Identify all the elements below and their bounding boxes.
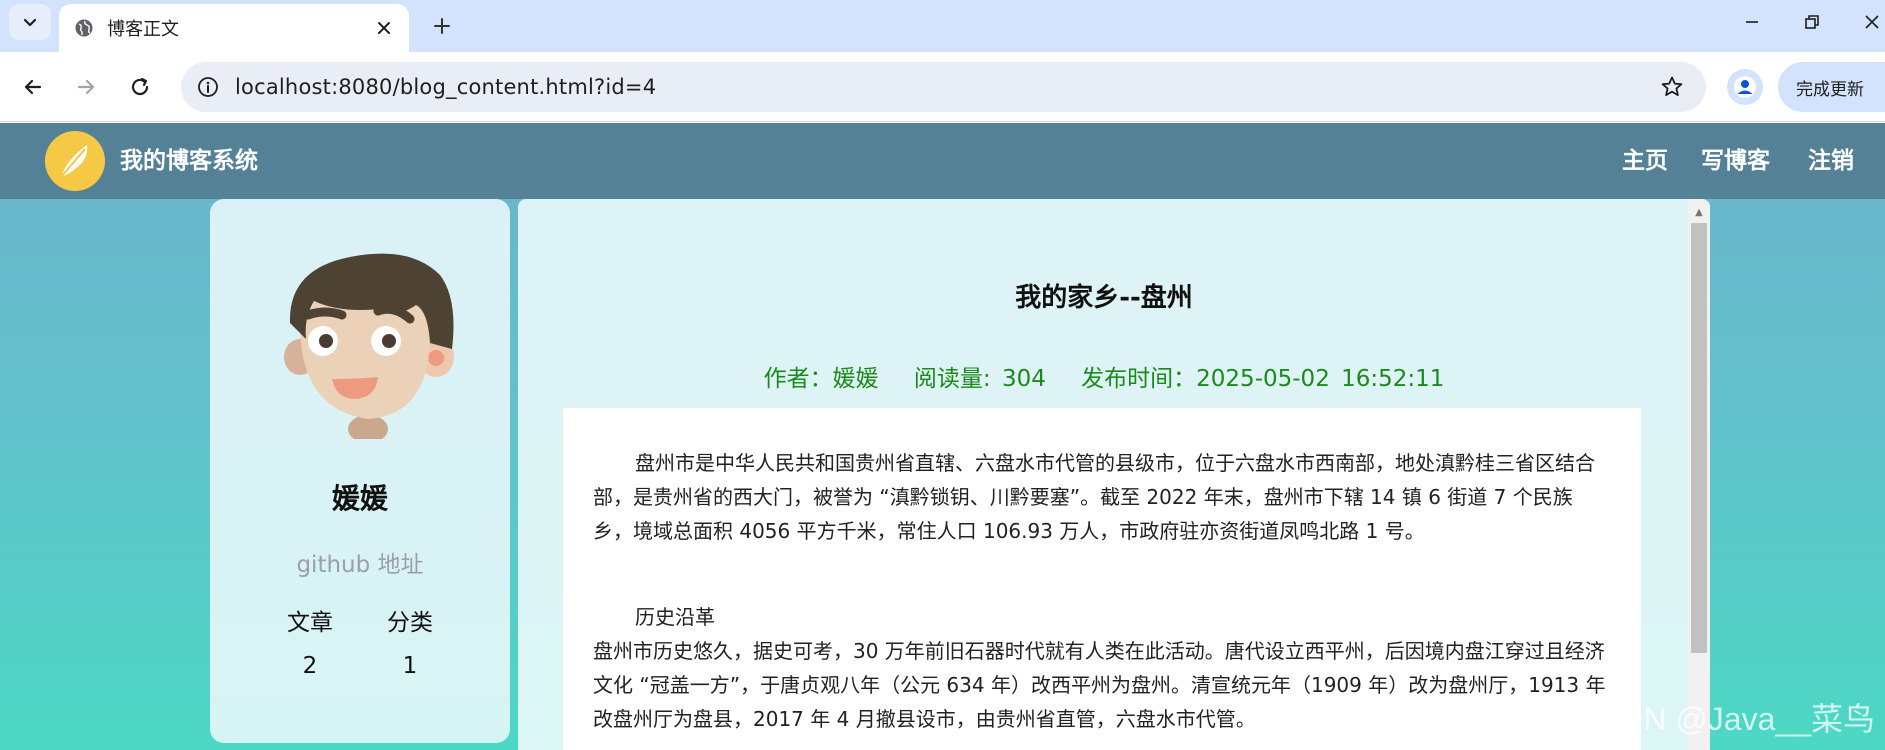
site-info-icon[interactable] [195,74,221,100]
reload-button[interactable] [122,69,158,105]
close-icon [1865,15,1879,29]
nav-home-link[interactable]: 主页 [1622,123,1668,199]
restore-button[interactable] [1792,6,1832,38]
update-button[interactable]: 完成更新 [1778,62,1885,112]
arrow-left-icon [24,79,42,95]
restore-icon [1805,15,1819,29]
reload-icon [131,77,149,96]
browser-tab[interactable]: 博客正文 [59,4,409,52]
globe-icon [73,17,95,39]
stats-categories-count: 1 [402,653,418,679]
close-tab-icon[interactable] [369,13,399,43]
page-viewport: 我的博客系统 主页 写博客 注销 媛媛 github 地址 文章 分类 2 1 [0,123,1885,750]
back-button[interactable] [15,69,51,105]
article-body: 盘州市是中华人民共和国贵州省直辖、六盘水市代管的县级市，位于六盘水市西南部，地处… [563,408,1641,750]
site-navbar: 我的博客系统 主页 写博客 注销 [0,123,1885,199]
blog-published-label: 发布时间： [1081,366,1197,392]
blog-author-label: 作者： [763,366,833,392]
blog-published-value: 2025-05-02 16:52:11 [1196,366,1445,392]
browser-toolbar: localhost:8080/blog_content.html?id=4 完成… [0,52,1885,122]
blog-views: 阅读量: 304 [914,366,1046,392]
browser-tab-bar: 博客正文 [0,0,1885,52]
blog-views-label: 阅读量: [913,366,991,392]
stats-articles-label: 文章 [287,610,333,636]
nav-write-link[interactable]: 写博客 [1701,123,1770,199]
stats-categories-label: 分类 [387,610,433,636]
minimize-button[interactable] [1732,6,1772,38]
blog-views-value: 304 [1001,366,1046,392]
address-bar[interactable]: localhost:8080/blog_content.html?id=4 [181,62,1706,112]
blog-content-panel: 我的家乡--盘州 作者：媛媛 阅读量: 304 发布时间：2025-05-02 … [518,199,1710,750]
stats-articles-count: 2 [302,653,318,679]
arrow-right-icon [77,79,95,95]
feather-logo-icon[interactable] [45,131,105,191]
watermark: CSDN @Java__菜鸟 [1575,701,1875,737]
content-scrollbar[interactable]: ▲ [1688,199,1710,750]
nav-logout-link[interactable]: 注销 [1808,123,1854,199]
blog-meta: 作者：媛媛 阅读量: 304 发布时间：2025-05-02 16:52:11 [518,359,1690,393]
blog-author-value: 媛媛 [832,366,879,392]
profile-username: 媛媛 [331,482,388,515]
avatar [284,253,454,439]
minimize-icon [1746,21,1758,23]
bookmark-star-icon[interactable] [1656,71,1688,103]
profile-button[interactable] [1727,69,1763,105]
article-paragraph: 盘州市历史悠久，据史可考，30 万年前旧石器时代就有人类在此活动。唐代设立西平州… [593,639,1606,731]
blog-author: 作者：媛媛 [764,366,879,392]
blog-published: 发布时间：2025-05-02 16:52:11 [1081,366,1444,392]
blog-title: 我的家乡--盘州 [1015,283,1193,313]
person-icon [1734,76,1756,98]
chevron-down-icon [23,18,37,27]
forward-button[interactable] [68,69,104,105]
article-paragraph: 盘州市是中华人民共和国贵州省直辖、六盘水市代管的县级市，位于六盘水市西南部，地处… [593,451,1595,543]
profile-card: 媛媛 github 地址 文章 分类 2 1 [210,199,510,743]
tab-search-button[interactable] [9,4,51,40]
scroll-thumb[interactable] [1691,223,1707,653]
new-tab-button[interactable] [424,8,460,44]
site-title: 我的博客系统 [120,148,258,174]
url-text[interactable]: localhost:8080/blog_content.html?id=4 [235,75,1656,99]
close-window-button[interactable] [1852,6,1885,38]
scroll-up-icon[interactable]: ▲ [1688,203,1710,221]
article-section-heading: 历史沿革 [635,605,715,629]
plus-icon [434,18,450,34]
tab-title: 博客正文 [107,19,179,40]
github-link[interactable]: github 地址 [210,545,510,579]
